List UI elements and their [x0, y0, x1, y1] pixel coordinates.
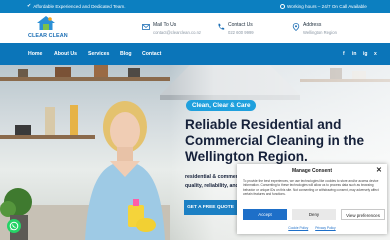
- house-logo-icon: [37, 16, 55, 30]
- cookie-consent-dialog: Manage Consent ✕ To provide the best exp…: [237, 164, 387, 234]
- phone-value[interactable]: 022 600 9999: [228, 30, 254, 35]
- phone-label: Contact Us: [228, 22, 253, 28]
- hero-headline: Reliable Residential and Commercial Clea…: [185, 117, 365, 165]
- team-tagline: Affordable Experienced and Dedicated Tea…: [33, 4, 126, 9]
- linkedin-icon[interactable]: in: [352, 51, 356, 57]
- address-label: Address: [303, 22, 322, 28]
- mail-icon: [142, 24, 150, 30]
- phone-icon: [218, 23, 225, 30]
- nav-item-home[interactable]: Home: [28, 51, 42, 57]
- nav-item-blog[interactable]: Blog: [120, 51, 132, 57]
- nav-item-services[interactable]: Services: [88, 51, 109, 57]
- x-twitter-icon[interactable]: x: [374, 51, 377, 57]
- deny-button[interactable]: Deny: [292, 209, 336, 220]
- working-hours: Working hours – 24/7 On Call Available: [287, 4, 367, 9]
- whatsapp-button[interactable]: [7, 219, 21, 233]
- site-header: CLEAR CLEAN Mail To Us contact@clearclea…: [0, 13, 390, 43]
- privacy-policy-link[interactable]: Privacy Policy: [315, 226, 336, 230]
- mail-value[interactable]: contact@clearclean.co.nz: [153, 30, 201, 35]
- view-preferences-button[interactable]: View preferences: [341, 209, 385, 220]
- mail-label: Mail To Us: [153, 22, 177, 28]
- clock-icon: [280, 4, 285, 9]
- nav-item-about[interactable]: About Us: [54, 51, 77, 57]
- logo-text: CLEAR CLEAN: [28, 33, 68, 39]
- consent-links: Cookie Policy Privacy Policy: [237, 226, 387, 230]
- free-quote-button[interactable]: GET A FREE QUOTE: [184, 200, 237, 215]
- hero-tagline-badge: Clean, Clear & Care: [186, 100, 257, 111]
- phone-contact[interactable]: Contact Us 022 600 9999: [217, 22, 254, 35]
- main-nav: Home About Us Services Blog Contact f in…: [0, 43, 390, 65]
- whatsapp-icon: [9, 221, 19, 231]
- mail-contact[interactable]: Mail To Us contact@clearclean.co.nz: [142, 22, 201, 35]
- cookie-policy-link[interactable]: Cookie Policy: [288, 226, 308, 230]
- site-logo[interactable]: CLEAR CLEAN: [26, 16, 82, 42]
- accept-button[interactable]: Accept: [243, 209, 287, 220]
- facebook-icon[interactable]: f: [343, 51, 345, 57]
- instagram-icon[interactable]: ig: [363, 51, 367, 57]
- top-bar: ✔ Affordable Experienced and Dedicated T…: [0, 0, 390, 13]
- close-icon[interactable]: ✕: [376, 167, 382, 174]
- consent-title: Manage Consent: [291, 168, 332, 174]
- top-bar-right: Working hours – 24/7 On Call Available: [280, 4, 367, 9]
- top-bar-left: ✔ Affordable Experienced and Dedicated T…: [27, 3, 126, 10]
- check-icon: ✔: [27, 3, 32, 9]
- address-value: Wellington Region: [303, 30, 337, 35]
- consent-body: To provide the best experiences, we use …: [243, 179, 379, 197]
- nav-item-contact[interactable]: Contact: [142, 51, 161, 57]
- address-contact: Address Wellington Region: [292, 22, 337, 35]
- location-pin-icon: [292, 23, 300, 31]
